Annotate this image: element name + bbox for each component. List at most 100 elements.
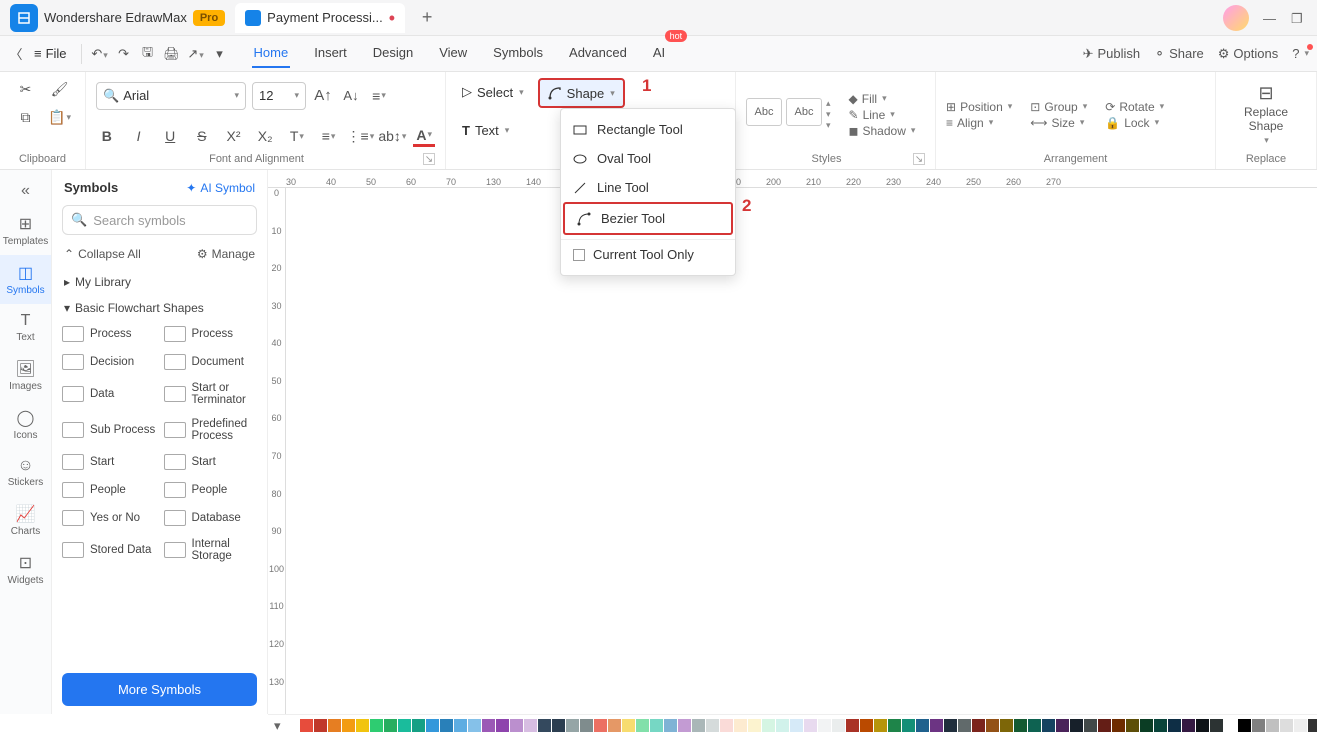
position-button[interactable]: ⊞ Position▾ xyxy=(946,100,1012,114)
color-swatch[interactable] xyxy=(818,719,831,732)
fill-button[interactable]: ◆ Fill▾ xyxy=(849,92,916,106)
menu-ai[interactable]: AI xyxy=(651,39,667,68)
rectangle-tool-item[interactable]: Rectangle Tool xyxy=(561,115,735,144)
color-swatch[interactable] xyxy=(916,719,929,732)
color-swatch[interactable] xyxy=(398,719,411,732)
color-swatch[interactable] xyxy=(1140,719,1153,732)
color-swatch[interactable] xyxy=(1266,719,1279,732)
current-tool-only-toggle[interactable]: Current Tool Only xyxy=(561,239,735,269)
style-up[interactable]: ▴ xyxy=(826,98,831,109)
color-swatch[interactable] xyxy=(1280,719,1293,732)
line-spacing-button[interactable]: ≡▾ xyxy=(318,125,340,147)
share-button[interactable]: ⚬ Share xyxy=(1154,46,1204,62)
color-swatch[interactable] xyxy=(566,719,579,732)
color-swatch[interactable] xyxy=(734,719,747,732)
color-swatch[interactable] xyxy=(594,719,607,732)
minimize-button[interactable]: ― xyxy=(1263,11,1277,25)
color-swatch[interactable] xyxy=(524,719,537,732)
color-swatch[interactable] xyxy=(328,719,341,732)
color-swatch[interactable] xyxy=(468,719,481,732)
color-swatch[interactable] xyxy=(440,719,453,732)
user-avatar[interactable] xyxy=(1223,5,1249,31)
symbol-item[interactable]: Yes or No xyxy=(60,505,158,531)
color-swatch[interactable] xyxy=(1056,719,1069,732)
sidebar-templates[interactable]: ⊞Templates xyxy=(0,206,51,255)
color-swatch[interactable] xyxy=(720,719,733,732)
symbol-item[interactable]: Sub Process xyxy=(60,413,158,447)
export-button[interactable]: ↗▾ xyxy=(186,46,206,62)
maximize-button[interactable]: ❐ xyxy=(1291,11,1305,25)
color-swatch[interactable] xyxy=(300,719,313,732)
underline-button[interactable]: U xyxy=(159,125,181,147)
canvas[interactable]: 3040506070130140150160170180190200210220… xyxy=(268,170,1317,714)
symbol-item[interactable]: Document xyxy=(162,349,260,375)
color-swatch[interactable] xyxy=(1084,719,1097,732)
superscript-button[interactable]: X² xyxy=(223,125,245,147)
font-launcher[interactable]: ↘ xyxy=(423,153,435,165)
color-swatch[interactable] xyxy=(1210,719,1223,732)
color-swatch[interactable] xyxy=(622,719,635,732)
color-swatch[interactable] xyxy=(538,719,551,732)
color-swatch[interactable] xyxy=(1196,719,1209,732)
text-direction-button[interactable]: ab↕▾ xyxy=(381,125,403,147)
group-button[interactable]: ⊡ Group▾ xyxy=(1030,100,1087,114)
qa-customize-button[interactable]: ▾ xyxy=(210,46,230,62)
menu-insert[interactable]: Insert xyxy=(312,39,349,68)
color-swatch[interactable] xyxy=(1294,719,1307,732)
help-button[interactable]: ?▾ xyxy=(1292,46,1309,61)
shape-tool-button[interactable]: Shape▾ xyxy=(538,78,625,108)
color-swatch[interactable] xyxy=(790,719,803,732)
symbol-item[interactable]: Process xyxy=(162,321,260,347)
color-swatch[interactable] xyxy=(1000,719,1013,732)
rotate-button[interactable]: ⟳ Rotate▾ xyxy=(1105,100,1164,114)
color-swatch[interactable] xyxy=(1224,719,1237,732)
text-tool-button[interactable]: T Text▾ xyxy=(456,116,515,144)
size-button[interactable]: ⟷ Size▾ xyxy=(1030,116,1087,130)
symbol-item[interactable]: People xyxy=(162,477,260,503)
save-button[interactable]: 🖫 xyxy=(138,43,158,65)
symbol-item[interactable]: Start or Terminator xyxy=(162,377,260,411)
color-swatch[interactable] xyxy=(888,719,901,732)
color-swatch[interactable] xyxy=(832,719,845,732)
color-swatch[interactable] xyxy=(636,719,649,732)
color-swatch[interactable] xyxy=(1252,719,1265,732)
options-button[interactable]: ⚙ Options xyxy=(1218,46,1278,62)
color-swatch[interactable] xyxy=(426,719,439,732)
shadow-button[interactable]: ◼ Shadow▾ xyxy=(849,124,916,138)
color-swatch[interactable] xyxy=(902,719,915,732)
style-preset[interactable]: Abc xyxy=(746,98,782,126)
symbol-item[interactable]: People xyxy=(60,477,158,503)
print-button[interactable]: 🖨 xyxy=(162,46,182,62)
menu-advanced[interactable]: Advanced xyxy=(567,39,629,68)
sidebar-icons[interactable]: ◯Icons xyxy=(0,400,51,449)
color-swatch[interactable] xyxy=(874,719,887,732)
color-swatch[interactable] xyxy=(986,719,999,732)
sidebar-images[interactable]: 🖼Images xyxy=(0,351,51,400)
menu-symbols[interactable]: Symbols xyxy=(491,39,545,68)
symbol-search-input[interactable]: 🔍Search symbols xyxy=(62,205,257,235)
collapse-all-button[interactable]: ⌃ Collapse All xyxy=(64,247,141,261)
select-tool-button[interactable]: ▷ Select▾ xyxy=(456,78,530,106)
color-swatch[interactable] xyxy=(678,719,691,732)
color-swatch[interactable] xyxy=(1028,719,1041,732)
case-button[interactable]: T▾ xyxy=(286,125,308,147)
color-swatch[interactable] xyxy=(1238,719,1251,732)
style-preset[interactable]: Abc xyxy=(786,98,822,126)
category-basic-flowchart[interactable]: ▾ Basic Flowchart Shapes xyxy=(52,295,267,321)
color-swatch[interactable] xyxy=(496,719,509,732)
color-swatch[interactable] xyxy=(664,719,677,732)
line-tool-item[interactable]: Line Tool xyxy=(561,173,735,202)
new-tab-button[interactable]: + xyxy=(415,7,439,28)
bezier-tool-item[interactable]: Bezier Tool xyxy=(563,202,733,235)
color-swatch[interactable] xyxy=(356,719,369,732)
increase-font-button[interactable]: A↑ xyxy=(312,85,334,107)
color-swatch[interactable] xyxy=(650,719,663,732)
bold-button[interactable]: B xyxy=(96,125,118,147)
font-size-select[interactable]: 12▾ xyxy=(252,82,306,110)
replace-shape-button[interactable]: ⊟ Replace Shape▾ xyxy=(1234,83,1298,145)
color-swatch[interactable] xyxy=(692,719,705,732)
cut-button[interactable]: ✂ xyxy=(15,78,37,100)
line-button[interactable]: ✎ Line▾ xyxy=(849,108,916,122)
symbol-item[interactable]: Decision xyxy=(60,349,158,375)
color-swatch[interactable] xyxy=(1070,719,1083,732)
